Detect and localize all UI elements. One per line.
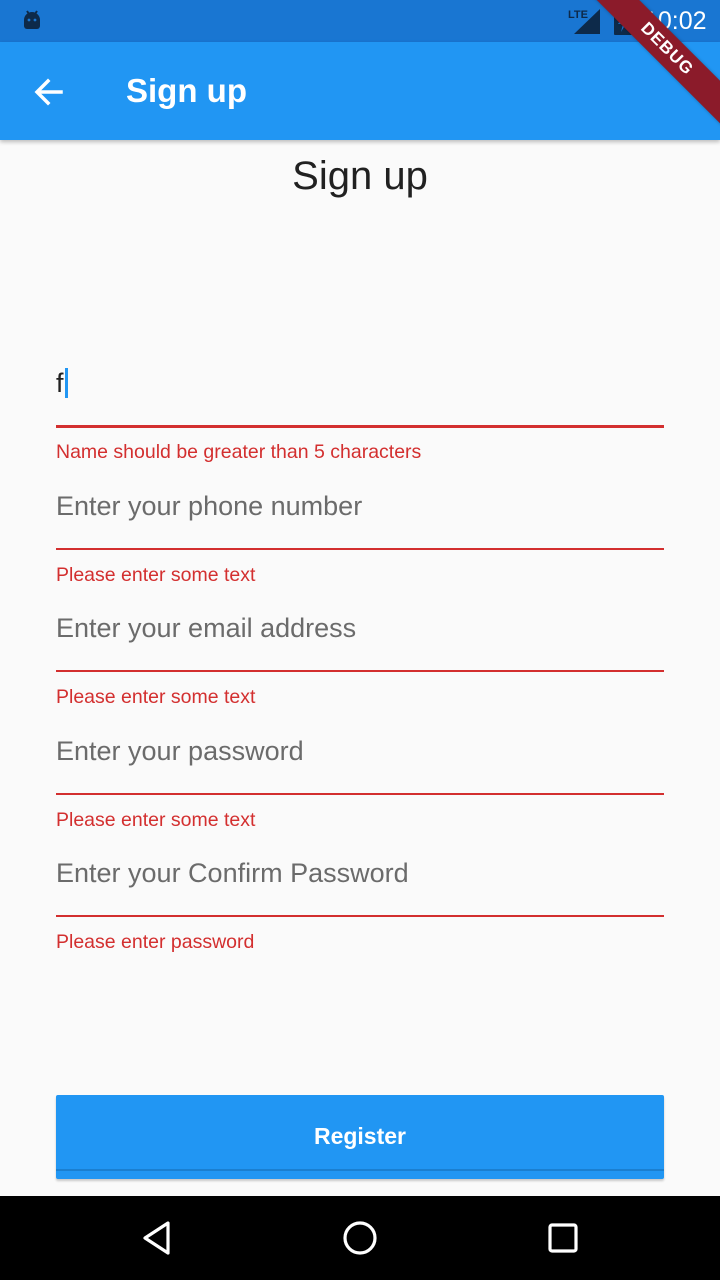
app-bar: Sign up (0, 42, 720, 140)
name-field[interactable]: f Name should be greater than 5 characte… (56, 360, 664, 470)
nav-recents-button[interactable] (541, 1216, 585, 1260)
confirm-password-error-text: Please enter password (56, 931, 255, 953)
register-button-edge (56, 1169, 664, 1171)
email-field[interactable]: Enter your email address Please enter so… (56, 610, 664, 710)
nav-back-button[interactable] (136, 1216, 180, 1260)
home-circle-icon (343, 1221, 377, 1255)
password-underline (56, 793, 664, 795)
lte-signal-icon: LTE (568, 9, 600, 34)
arrow-back-icon (34, 78, 63, 106)
confirm-password-input-placeholder[interactable]: Enter your Confirm Password (56, 858, 409, 889)
phone-underline (56, 548, 664, 550)
name-error-text: Name should be greater than 5 characters (56, 441, 422, 463)
name-input-value: f (56, 368, 64, 398)
email-input-placeholder[interactable]: Enter your email address (56, 613, 356, 644)
phone-error-text: Please enter some text (56, 564, 256, 586)
nav-home-button[interactable] (338, 1216, 382, 1260)
name-input[interactable]: f (56, 367, 68, 400)
register-button-label: Register (313, 1122, 407, 1149)
app-bar-title: Sign up (126, 72, 247, 109)
confirm-password-underline (56, 915, 664, 917)
back-button[interactable] (24, 67, 74, 117)
email-underline (56, 670, 664, 672)
phone-input-placeholder[interactable]: Enter your phone number (56, 491, 362, 522)
name-underline (56, 425, 664, 428)
recents-square-icon (548, 1223, 578, 1253)
page-heading: Sign up (292, 154, 428, 198)
password-input-placeholder[interactable]: Enter your password (56, 736, 304, 767)
password-error-text: Please enter some text (56, 809, 256, 831)
text-cursor (64, 367, 68, 398)
back-triangle-icon (143, 1221, 170, 1255)
sign-up-screen: LTE 10:02 Sign up DEBUG Sign up f Name s… (0, 0, 720, 1280)
register-button[interactable]: Register (56, 1095, 664, 1179)
android-debug-icon (24, 10, 40, 29)
password-field[interactable]: Enter your password Please enter some te… (56, 733, 664, 833)
email-error-text: Please enter some text (56, 686, 256, 708)
lte-label: LTE (568, 9, 588, 21)
system-nav-bar (0, 1196, 720, 1280)
confirm-password-field[interactable]: Enter your Confirm Password Please enter… (56, 855, 664, 955)
phone-field[interactable]: Enter your phone number Please enter som… (56, 488, 664, 588)
